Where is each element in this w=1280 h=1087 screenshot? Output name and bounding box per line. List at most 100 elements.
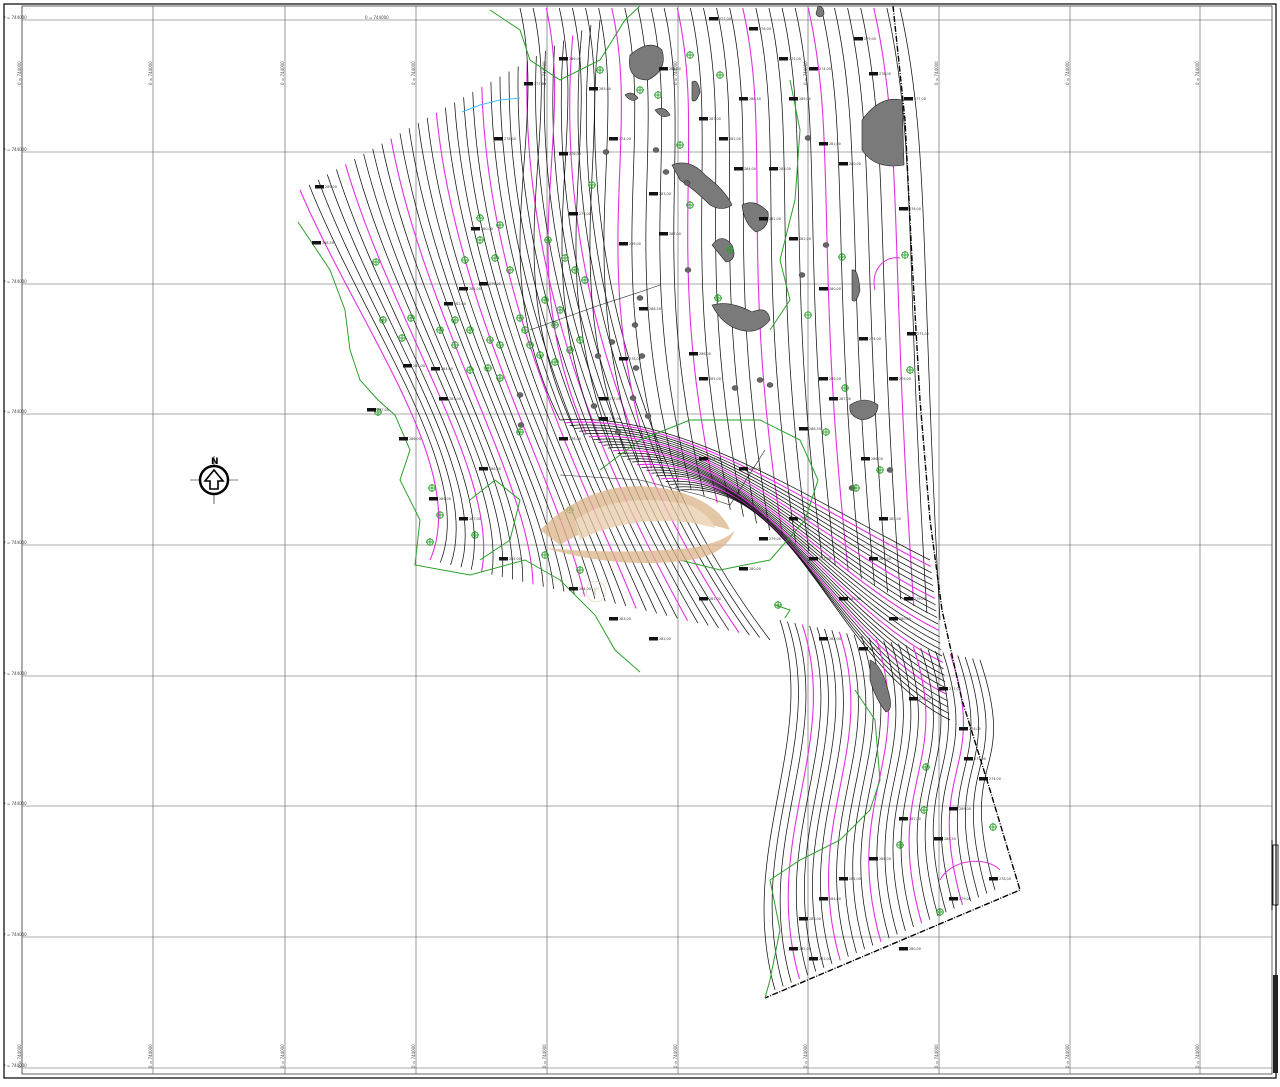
- spot-height-label: 285,00: [509, 557, 521, 561]
- spot-height: 286,00: [861, 457, 883, 461]
- spot-height-label: 275,00: [974, 757, 986, 761]
- spot-height: 282,00: [719, 137, 741, 141]
- spot-height: 280,00: [889, 617, 911, 621]
- grid-label-top-center: 0 = 744000: [365, 15, 389, 20]
- spot-height: 276,00: [899, 207, 921, 211]
- spot-height: 279,00: [854, 37, 876, 41]
- spot-height: 278,00: [909, 697, 931, 701]
- spot-height-label: 288,50: [749, 97, 761, 101]
- spot-height: 283,00: [439, 397, 461, 401]
- grid-label-bottom: 0 = 744000: [1195, 1044, 1200, 1068]
- spot-height: 283,00: [799, 917, 821, 921]
- spot-height-label: 289,00: [629, 242, 641, 246]
- spot-height: 287,00: [899, 817, 921, 821]
- spot-height: 278,00: [619, 357, 641, 361]
- spot-height: 277,00: [709, 17, 731, 21]
- spot-height-label: 279,00: [864, 37, 876, 41]
- grid-label-bottom: 0 = 744000: [411, 1044, 416, 1068]
- spot-height: 280,00: [819, 287, 841, 291]
- grid-label-left: 0 = 744000: [3, 409, 27, 414]
- rock-marker: [614, 429, 622, 435]
- spot-height-label: 287,00: [909, 817, 921, 821]
- spot-height-label: 280,00: [899, 617, 911, 621]
- spot-height: 277,00: [809, 557, 831, 561]
- spot-height-label: 280,00: [849, 162, 861, 166]
- grid-label-top: 0 = 744000: [148, 61, 153, 85]
- spot-height-label: 276,00: [909, 207, 921, 211]
- spot-height: 289,00: [819, 377, 841, 381]
- spot-height-label: 284,00: [829, 897, 841, 901]
- spot-height-label: 280,00: [749, 567, 761, 571]
- spot-height-label: 284,00: [669, 67, 681, 71]
- spot-height-label: 279,00: [914, 597, 926, 601]
- grid-label-bottom: 0 = 744000: [934, 1044, 939, 1068]
- spot-height: 281,00: [859, 647, 881, 651]
- spot-height: 283,00: [649, 192, 671, 196]
- spot-height: 283,00: [839, 597, 861, 601]
- grid-label-bottom: 0 = 744000: [673, 1044, 678, 1068]
- grid-label-top: 0 = 744000: [934, 61, 939, 85]
- spot-height: 285,00: [699, 377, 721, 381]
- spot-height: 289,00: [739, 467, 761, 471]
- spot-height: 281,00: [809, 957, 831, 961]
- spot-height-label: 275,00: [789, 57, 801, 61]
- spot-height-label: 275,00: [579, 212, 591, 216]
- spot-height-label: 288,50: [489, 467, 501, 471]
- grid-label-bottom: 0 = 744000: [1065, 1044, 1070, 1068]
- spot-height: 279,00: [949, 897, 971, 901]
- spot-height: 277,00: [939, 687, 961, 691]
- rock-marker: [662, 169, 670, 175]
- spot-height: 281,00: [759, 217, 781, 221]
- spot-height-label: 286,00: [871, 457, 883, 461]
- spot-height-label: 278,00: [799, 517, 811, 521]
- spot-height-label: 278,00: [504, 137, 516, 141]
- spot-height-label: 287,00: [469, 517, 481, 521]
- rock-marker: [684, 267, 692, 273]
- spot-height: 284,00: [659, 67, 681, 71]
- spot-height-label: 285,00: [889, 517, 901, 521]
- spot-height: 289,00: [789, 97, 811, 101]
- spot-height: 287,00: [367, 408, 389, 412]
- spot-height: 283,00: [609, 617, 631, 621]
- rock-marker: [631, 322, 639, 328]
- spot-height-label: 275,00: [917, 332, 929, 336]
- spot-height-label: 282,00: [454, 302, 466, 306]
- spot-height: 275,00: [907, 332, 929, 336]
- spot-height-label: 281,00: [769, 217, 781, 221]
- spot-height-label: 288,50: [944, 837, 956, 841]
- grid-label-top: 0 = 744000: [17, 61, 22, 85]
- spot-height: 276,00: [559, 152, 581, 156]
- spot-height-label: 277,00: [534, 82, 546, 86]
- spot-height: 285,00: [879, 517, 901, 521]
- spot-height: 281,00: [819, 142, 841, 146]
- grid-label-top: 0 = 744000: [1065, 61, 1070, 85]
- rock-marker: [766, 382, 774, 388]
- rock-marker: [516, 392, 524, 398]
- spot-height-label: 283,00: [659, 192, 671, 196]
- spot-height-label: 285,00: [599, 87, 611, 91]
- spot-height-label: 278,00: [919, 697, 931, 701]
- spot-height: 281,00: [699, 597, 721, 601]
- spot-height: 283,00: [769, 167, 791, 171]
- grid-label-bottom: 0 = 744000: [803, 1044, 808, 1068]
- spot-height-label: 274,00: [989, 777, 1001, 781]
- spot-height-label: 286,00: [439, 497, 451, 501]
- spot-height: 280,00: [471, 227, 493, 231]
- spot-height: 288,50: [739, 97, 761, 101]
- spot-height-label: 274,00: [619, 137, 631, 141]
- spot-height-label: 276,00: [759, 27, 771, 31]
- spot-height: 288,50: [799, 427, 821, 431]
- spot-height: 282,00: [789, 947, 811, 951]
- spot-height-label: 281,00: [819, 957, 831, 961]
- rock-marker: [756, 377, 764, 383]
- spot-height-label: 279,00: [769, 537, 781, 541]
- spot-height: 279,00: [889, 377, 911, 381]
- spot-height: 286,00: [399, 437, 421, 441]
- rock-marker: [594, 353, 602, 359]
- spot-height: 286,00: [559, 57, 581, 61]
- spot-height: 287,00: [459, 517, 481, 521]
- grid-label-left: 0 = 744000: [3, 671, 27, 676]
- spot-height-label: 274,00: [709, 457, 721, 461]
- spot-height-label: 281,00: [469, 287, 481, 291]
- spot-height-label: 282,00: [659, 637, 671, 641]
